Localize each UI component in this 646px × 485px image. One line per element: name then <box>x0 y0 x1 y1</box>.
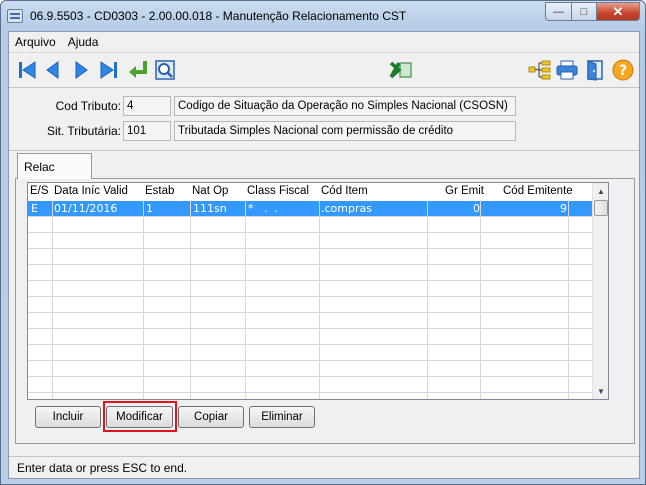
cell-cod-item: .compras <box>321 202 372 215</box>
menu-arquivo[interactable]: Arquivo <box>9 32 62 52</box>
column-header-gr-emit[interactable]: Gr Emit <box>445 185 484 197</box>
column-divider <box>245 201 246 399</box>
column-divider <box>427 201 428 399</box>
cod-tributo-field: 4 <box>123 96 171 116</box>
column-header-data-inic-valid[interactable]: Data Iníc Valid <box>54 185 128 197</box>
scroll-down-icon[interactable]: ▼ <box>593 383 608 399</box>
column-header-estab[interactable]: Estab <box>145 185 174 197</box>
grid-body: E 01/11/2016 1 111sn * . . .compras 0 9 <box>28 201 593 399</box>
column-header-nat-op[interactable]: Nat Op <box>192 185 228 197</box>
column-divider <box>52 201 53 399</box>
sit-tributaria-field: 101 <box>123 121 171 141</box>
highlight-box <box>103 401 177 432</box>
column-header-es[interactable]: E/S <box>30 185 49 197</box>
next-record-icon[interactable] <box>69 58 93 82</box>
column-header-cod-emitente[interactable]: Cód Emitente <box>503 185 573 197</box>
divider <box>9 150 639 151</box>
column-divider <box>319 201 320 399</box>
vertical-scrollbar[interactable]: ▲ ▼ <box>592 183 608 399</box>
tab-relac[interactable]: Relac <box>17 153 92 179</box>
cell-class-fiscal: * . . <box>248 202 278 215</box>
empty-row[interactable] <box>28 329 593 345</box>
close-button[interactable]: ✕ <box>596 2 640 21</box>
tree-structure-icon[interactable] <box>528 58 552 82</box>
grid-header: E/S Data Iníc Valid Estab Nat Op Class F… <box>28 183 593 201</box>
menu-bar: Arquivo Ajuda <box>9 32 639 52</box>
cell-cod-emitente: 9 <box>560 202 567 215</box>
goto-return-icon[interactable] <box>126 58 150 82</box>
empty-row[interactable] <box>28 233 593 249</box>
title-bar[interactable]: 06.9.5503 - CD0303 - 2.00.00.018 - Manut… <box>1 1 645 31</box>
toolbar: ? <box>9 52 639 88</box>
last-record-icon[interactable] <box>97 58 121 82</box>
empty-row[interactable] <box>28 249 593 265</box>
cell-gr-emit: 0 <box>473 202 480 215</box>
sit-tributaria-description: Tributada Simples Nacional com permissão… <box>174 121 516 141</box>
previous-record-icon[interactable] <box>41 58 65 82</box>
column-divider <box>190 201 191 399</box>
column-divider <box>143 201 144 399</box>
column-header-class-fiscal[interactable]: Class Fiscal <box>247 185 309 197</box>
scroll-thumb[interactable] <box>594 200 608 216</box>
empty-row[interactable] <box>28 313 593 329</box>
copiar-button[interactable]: Copiar <box>178 406 244 428</box>
window-controls: — □ ✕ <box>545 2 640 21</box>
maximize-button[interactable]: □ <box>571 2 596 21</box>
window-title: 06.9.5503 - CD0303 - 2.00.00.018 - Manut… <box>30 9 407 23</box>
empty-row[interactable] <box>28 217 593 233</box>
cell-es: E <box>31 202 38 215</box>
cell-nat-op: 111sn <box>193 202 227 215</box>
help-icon[interactable]: ? <box>611 58 635 82</box>
cell-data-inic-valid: 01/11/2016 <box>54 202 118 215</box>
app-icon <box>7 9 23 23</box>
column-divider <box>480 201 481 399</box>
eliminar-button[interactable]: Eliminar <box>249 406 315 428</box>
app-window: 06.9.5503 - CD0303 - 2.00.00.018 - Manut… <box>0 0 646 485</box>
column-divider <box>568 201 569 399</box>
search-zoom-icon[interactable] <box>153 58 177 82</box>
client-area: Arquivo Ajuda ? Cod Tributo: 4 Codigo de… <box>8 31 640 479</box>
empty-row[interactable] <box>28 361 593 377</box>
sit-tributaria-label: Sit. Tributária: <box>46 124 121 138</box>
cod-tributo-label: Cod Tributo: <box>55 99 121 113</box>
empty-row[interactable] <box>28 265 593 281</box>
scroll-up-icon[interactable]: ▲ <box>593 183 608 199</box>
cell-estab: 1 <box>146 202 153 215</box>
empty-row[interactable] <box>28 297 593 313</box>
header-fields: Cod Tributo: 4 Codigo de Situação da Ope… <box>9 89 639 147</box>
empty-row[interactable] <box>28 345 593 361</box>
print-icon[interactable] <box>555 58 579 82</box>
status-bar: Enter data or press ESC to end. <box>9 456 639 478</box>
first-record-icon[interactable] <box>15 58 39 82</box>
incluir-button[interactable]: Incluir <box>35 406 101 428</box>
menu-ajuda[interactable]: Ajuda <box>62 32 105 52</box>
minimize-button[interactable]: — <box>545 2 571 21</box>
excel-icon[interactable] <box>389 58 413 82</box>
cod-tributo-description: Codigo de Situação da Operação no Simple… <box>174 96 516 116</box>
table-row[interactable]: E 01/11/2016 1 111sn * . . .compras 0 9 <box>28 201 593 217</box>
svg-text:?: ? <box>619 63 627 79</box>
relacionamento-grid[interactable]: E/S Data Iníc Valid Estab Nat Op Class F… <box>27 182 609 400</box>
column-header-cod-item[interactable]: Cód Item <box>321 185 368 197</box>
empty-row[interactable] <box>28 377 593 393</box>
exit-door-icon[interactable] <box>583 58 607 82</box>
empty-row[interactable] <box>28 281 593 297</box>
